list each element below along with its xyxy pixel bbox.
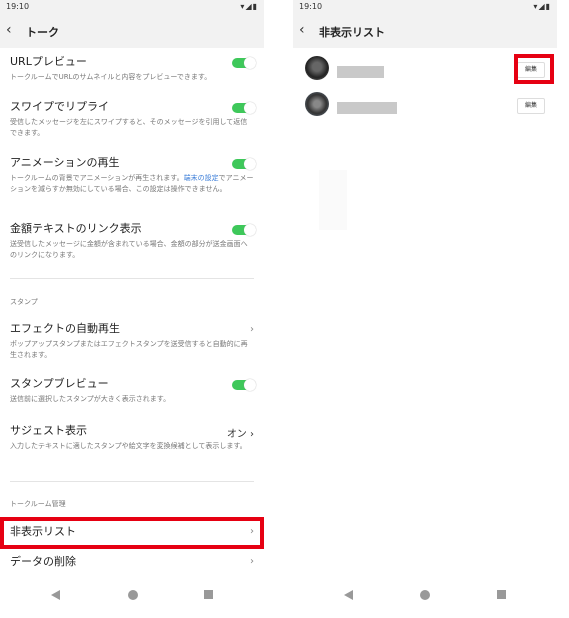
setting-url-preview: URLプレビュー トークルームでURLのサムネイルと内容をプレビューできます。 xyxy=(10,55,254,83)
nav-home-icon[interactable] xyxy=(128,590,138,600)
hidden-list-screen: 19:10 ▾◢▮ ‹ 非表示リスト 編集 編集 xyxy=(293,0,557,618)
setting-desc: 受信したメッセージを左にスワイプすると、そのメッセージを引用して返信できます。 xyxy=(10,118,248,137)
setting-desc: トークルームの背景でアニメーションが再生されます。端末の設定でアニメーションを減… xyxy=(10,173,254,195)
setting-swipe-reply: スワイプでリプライ 受信したメッセージを左にスワイプすると、そのメッセージを引用… xyxy=(10,100,254,139)
status-time: 19:10 xyxy=(299,2,323,11)
setting-animation: アニメーションの再生 トークルームの背景でアニメーションが再生されます。端末の設… xyxy=(10,156,254,195)
page-title: トーク xyxy=(26,26,59,39)
setting-desc: 送信前に選択したスタンプが大きく表示されます。 xyxy=(10,395,171,403)
app-bar: ‹ 非表示リスト xyxy=(293,14,557,48)
setting-label: URLプレビュー xyxy=(10,55,87,68)
status-bar: 19:10 ▾◢▮ xyxy=(293,0,557,14)
avatar xyxy=(305,92,329,116)
setting-label: スワイプでリプライ xyxy=(10,100,109,113)
chevron-right-icon: › xyxy=(250,324,254,335)
system-nav-bar xyxy=(293,572,557,618)
status-icons: ▾◢▮ xyxy=(533,2,551,11)
setting-label: 金額テキストのリンク表示 xyxy=(10,222,142,235)
nav-back-icon[interactable] xyxy=(344,590,353,600)
highlight-box xyxy=(0,517,264,549)
avatar xyxy=(305,56,329,80)
setting-desc: トークルームでURLのサムネイルと内容をプレビューできます。 xyxy=(10,73,212,81)
blurred-name xyxy=(337,66,384,78)
nav-recents-icon[interactable] xyxy=(204,590,213,599)
nav-recents-icon[interactable] xyxy=(497,590,506,599)
suggest-value: オン › xyxy=(226,429,254,440)
setting-label: アニメーションの再生 xyxy=(10,156,120,169)
setting-label: エフェクトの自動再生 xyxy=(10,322,120,335)
status-bar: 19:10 ▾◢▮ xyxy=(0,0,264,14)
setting-desc: 送受信したメッセージに金額が含まれている場合、金額の部分が送金画面へのリンクにな… xyxy=(10,240,248,259)
edit-button[interactable]: 編集 xyxy=(517,98,545,114)
nav-home-icon[interactable] xyxy=(420,590,430,600)
back-arrow-icon[interactable]: ‹ xyxy=(6,22,12,38)
divider xyxy=(10,278,254,279)
setting-label: サジェスト表示 xyxy=(10,424,87,437)
setting-stamp-preview: スタンプブレビュー 送信前に選択したスタンプが大きく表示されます。 xyxy=(10,377,254,405)
system-nav-bar xyxy=(0,572,264,618)
setting-label: スタンプブレビュー xyxy=(10,377,109,390)
highlight-box xyxy=(514,54,554,84)
setting-desc: ポップアップスタンプまたはエフェクトスタンプを送受信すると自動的に再生されます。 xyxy=(10,340,248,359)
section-header-room: トークルーム管理 xyxy=(10,500,66,508)
suggest-value-text: オン xyxy=(226,429,247,440)
talk-settings-screen: 19:10 ▾◢▮ ‹ トーク URLプレビュー トークルームでURLのサムネイ… xyxy=(0,0,264,618)
empty-area xyxy=(319,170,347,230)
nav-back-icon[interactable] xyxy=(51,590,60,600)
chevron-right-icon: › xyxy=(250,556,254,567)
animation-toggle[interactable] xyxy=(232,158,256,170)
swipe-reply-toggle[interactable] xyxy=(232,102,256,114)
amount-link-toggle[interactable] xyxy=(232,224,256,236)
app-bar: ‹ トーク xyxy=(0,14,264,48)
setting-desc: 入力したテキストに適したスタンプや絵文字を変換候補として表示します。 xyxy=(10,442,247,450)
blurred-name xyxy=(337,102,397,114)
hidden-friend-row[interactable]: 編集 xyxy=(293,86,557,120)
status-time: 19:10 xyxy=(6,2,30,11)
stamp-preview-toggle[interactable] xyxy=(232,379,256,391)
status-icons: ▾◢▮ xyxy=(240,2,258,11)
page-title: 非表示リスト xyxy=(319,26,385,39)
delete-data-label: データの削除 xyxy=(10,555,76,568)
setting-effect-autoplay[interactable]: エフェクトの自動再生 ポップアップスタンプまたはエフェクトスタンプを送受信すると… xyxy=(10,322,254,361)
back-arrow-icon[interactable]: ‹ xyxy=(299,22,305,38)
url-preview-toggle[interactable] xyxy=(232,57,256,69)
divider xyxy=(10,481,254,482)
device-settings-link[interactable]: 端末の設定 xyxy=(184,174,219,182)
section-header-stamp: スタンプ xyxy=(10,298,38,306)
setting-suggest[interactable]: サジェスト表示 入力したテキストに適したスタンプや絵文字を変換候補として表示しま… xyxy=(10,424,254,452)
delete-data-content: データの削除 xyxy=(10,555,254,569)
desc-text: トークルームの背景でアニメーションが再生されます。 xyxy=(10,174,184,182)
setting-amount-link: 金額テキストのリンク表示 送受信したメッセージに金額が含まれている場合、金額の部… xyxy=(10,222,254,261)
